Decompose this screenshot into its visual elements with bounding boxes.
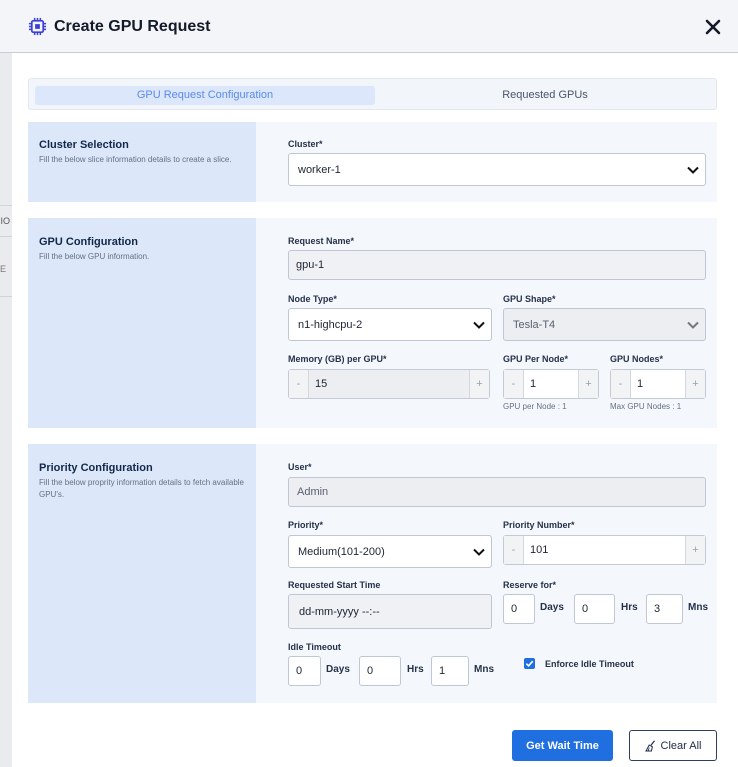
idle-mns-unit: Mns [474,664,494,675]
clear-all-button[interactable]: Clear All [629,730,717,761]
memory-decrement-button[interactable]: - [289,370,308,398]
section-description: Fill the below GPU information. [39,252,150,261]
checkmark-icon [525,660,534,668]
chevron-down-icon [687,321,699,329]
priority-number-decrement-button[interactable]: - [504,536,523,564]
request-name-label: Request Name* [288,236,355,246]
node-type-value: n1-highcpu-2 [298,318,363,331]
backdrop-tab-text: RIO [0,216,11,226]
chevron-down-icon [687,166,699,174]
chevron-down-icon [473,321,485,329]
cluster-select-value: worker-1 [298,163,341,176]
start-time-label: Requested Start Time [288,580,381,590]
clear-all-label: Clear All [660,739,702,752]
gpu-per-node-decrement-button[interactable]: - [504,370,523,398]
idle-hrs-input[interactable]: 0 [359,656,401,686]
memory-value[interactable]: 15 [308,370,470,398]
tab-requested-gpus[interactable]: Requested GPUs [385,86,705,105]
tab-gpu-request-configuration[interactable]: GPU Request Configuration [35,86,375,105]
gpu-nodes-hint: Max GPU Nodes : 1 [610,402,682,411]
backdrop-tab: RIO [0,205,12,237]
gpu-nodes-increment-button[interactable]: + [686,370,705,398]
gpu-chip-icon [28,17,47,36]
tab-bar: GPU Request Configuration Requested GPUs [28,78,717,110]
reserve-for-label: Reserve for* [503,580,557,590]
reserve-mns-unit: Mns [688,602,708,613]
reserve-mns-input[interactable]: 3 [646,594,683,624]
reserve-hrs-input[interactable]: 0 [574,594,615,624]
request-name-input[interactable]: gpu-1 [288,250,706,280]
start-time-placeholder: dd-mm-yyyy --:-- [299,605,380,618]
gpu-shape-select[interactable]: Tesla-T4 [503,308,706,341]
gpu-per-node-value[interactable]: 1 [523,370,579,398]
reserve-hrs-unit: Hrs [621,602,638,613]
gpu-per-node-stepper: - 1 + [503,369,599,399]
idle-days-input[interactable]: 0 [288,656,321,686]
user-input[interactable]: Admin [288,477,706,507]
close-icon [705,19,721,35]
request-name-value: gpu-1 [296,259,325,271]
section-title: Priority Configuration [39,462,153,474]
gpu-nodes-label: GPU Nodes* [610,354,664,364]
enforce-idle-timeout-checkbox[interactable] [524,658,535,669]
get-wait-time-button[interactable]: Get Wait Time [512,730,613,761]
start-time-input[interactable]: dd-mm-yyyy --:-- [288,594,492,629]
cluster-select[interactable]: worker-1 [288,153,706,186]
gpu-nodes-decrement-button[interactable]: - [611,370,630,398]
idle-hrs-unit: Hrs [407,664,424,675]
backdrop: RIO E [0,0,12,767]
node-type-label: Node Type* [288,294,337,304]
priority-number-label: Priority Number* [503,520,575,530]
priority-number-stepper: - 101 + [503,535,706,565]
memory-increment-button[interactable]: + [470,370,489,398]
priority-number-increment-button[interactable]: + [686,536,705,564]
gpu-shape-label: GPU Shape* [503,294,556,304]
modal-header: Create GPU Request [0,0,738,53]
gpu-per-node-hint: GPU per Node : 1 [503,402,567,411]
close-button[interactable] [702,14,724,40]
idle-timeout-label: Idle Timeout [288,642,341,652]
section-description: Fill the below proprity information deta… [39,478,244,499]
user-value: Admin [297,486,329,498]
enforce-idle-timeout-label[interactable]: Enforce Idle Timeout [545,659,634,669]
broom-icon [644,739,655,751]
gpu-nodes-value[interactable]: 1 [630,370,686,398]
gpu-per-node-increment-button[interactable]: + [579,370,598,398]
gpu-nodes-stepper: - 1 + [610,369,706,399]
idle-mns-input[interactable]: 1 [431,656,469,686]
section-title: GPU Configuration [39,236,138,248]
section-side-panel [28,218,256,428]
cluster-label: Cluster* [288,139,323,149]
memory-stepper: - 15 + [288,369,490,399]
section-description: Fill the below slice information details… [39,155,232,164]
backdrop-mark: E [0,264,7,274]
priority-select[interactable]: Medium(101-200) [288,535,492,568]
reserve-days-input[interactable]: 0 [503,594,535,624]
backdrop-divider [0,296,12,297]
section-title: Cluster Selection [39,139,129,151]
user-label: User* [288,462,312,472]
priority-value: Medium(101-200) [298,545,385,558]
reserve-days-unit: Days [540,602,564,613]
priority-label: Priority* [288,520,324,530]
gpu-shape-value: Tesla-T4 [513,318,556,331]
memory-label: Memory (GB) per GPU* [288,354,387,364]
node-type-select[interactable]: n1-highcpu-2 [288,308,492,341]
idle-days-unit: Days [326,664,350,675]
gpu-per-node-label: GPU Per Node* [503,354,569,364]
modal-title: Create GPU Request [54,18,211,35]
chevron-down-icon [473,548,485,556]
priority-number-value[interactable]: 101 [523,536,686,564]
